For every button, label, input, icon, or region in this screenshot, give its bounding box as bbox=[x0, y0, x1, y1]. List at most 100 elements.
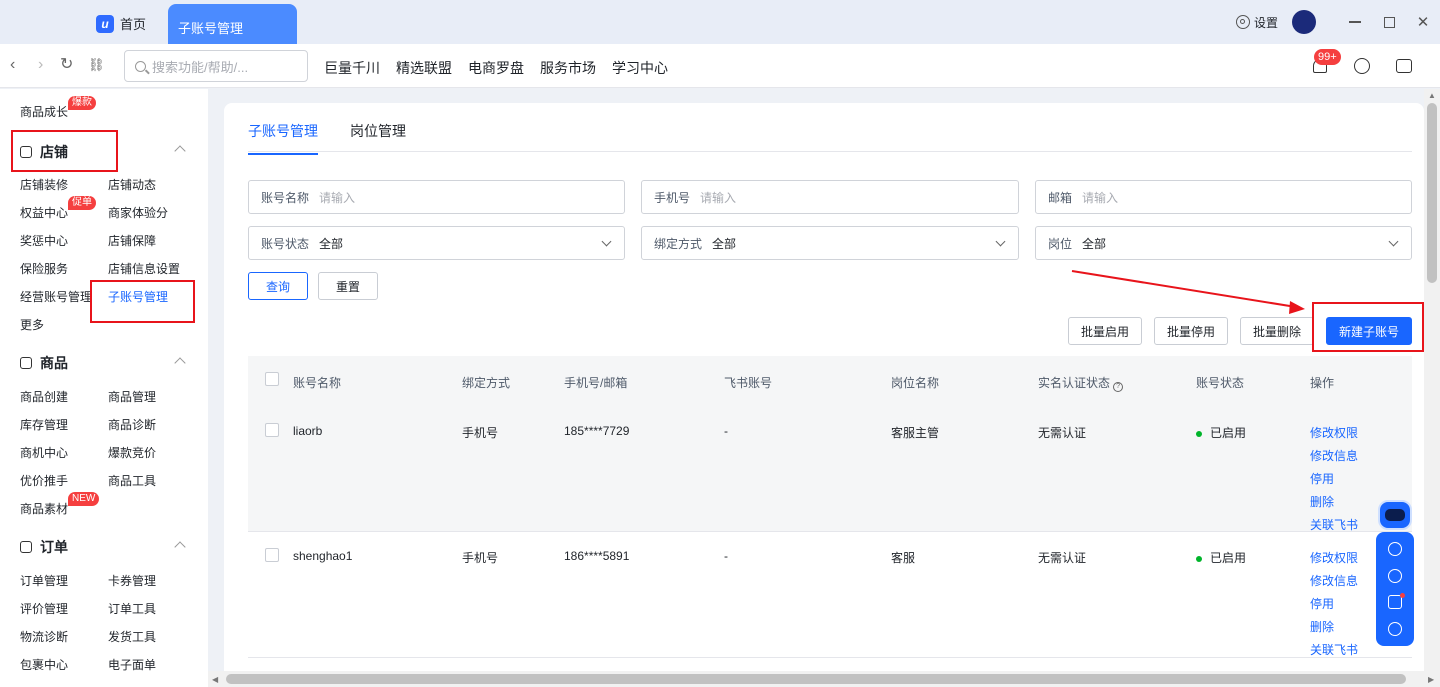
sidebar-item-product-manage[interactable]: 商品管理 bbox=[108, 388, 156, 405]
tab-home[interactable]: u 首页 bbox=[96, 14, 146, 33]
disable-link[interactable]: 停用 bbox=[1310, 595, 1358, 612]
sidebar-item-shop-dynamics[interactable]: 店铺动态 bbox=[108, 176, 156, 193]
horizontal-scrollbar[interactable]: ◀ ▶ bbox=[208, 671, 1440, 687]
search-input[interactable]: 搜索功能/帮助/... bbox=[124, 50, 308, 82]
chevron-up-icon[interactable] bbox=[174, 357, 186, 369]
row-checkbox[interactable] bbox=[265, 423, 279, 437]
scroll-right-icon[interactable]: ▶ bbox=[1428, 675, 1434, 684]
nav-link-market[interactable]: 服务市场 bbox=[540, 58, 596, 78]
tab-position-manage[interactable]: 岗位管理 bbox=[350, 121, 406, 155]
reset-button[interactable]: 重置 bbox=[318, 272, 378, 300]
delete-link[interactable]: 删除 bbox=[1310, 493, 1358, 510]
sidebar-group-product[interactable]: 商品 bbox=[20, 353, 68, 373]
nav-link-learning[interactable]: 学习中心 bbox=[612, 58, 668, 78]
sidebar-item-business-account[interactable]: 经营账号管理 bbox=[20, 288, 92, 305]
sidebar-item-more[interactable]: 更多 bbox=[20, 316, 44, 333]
table-row: liaorb 手机号 185****7729 - 客服主管 无需认证 已启用 修… bbox=[248, 406, 1412, 532]
sidebar-item-order-manage[interactable]: 订单管理 bbox=[20, 572, 68, 589]
edit-info-link[interactable]: 修改信息 bbox=[1310, 447, 1358, 464]
forward-arrow-icon[interactable]: › bbox=[38, 57, 43, 73]
link-feishu-link[interactable]: 关联飞书 bbox=[1310, 516, 1358, 533]
status-label: 已启用 bbox=[1210, 426, 1247, 440]
edit-info-link[interactable]: 修改信息 bbox=[1310, 572, 1358, 589]
sidebar-item-reviews[interactable]: 评价管理 bbox=[20, 600, 68, 617]
settings-button[interactable]: 设置 bbox=[1235, 14, 1278, 31]
nav-link-qianchuan[interactable]: 巨量千川 bbox=[324, 58, 380, 78]
sidebar-item-rewards[interactable]: 奖惩中心 bbox=[20, 232, 68, 249]
vertical-scroll-thumb[interactable] bbox=[1427, 103, 1437, 283]
avatar[interactable] bbox=[1292, 10, 1316, 34]
horizontal-scroll-thumb[interactable] bbox=[226, 674, 1406, 684]
tab-sub-account[interactable]: 子账号管理 bbox=[168, 4, 297, 45]
row-checkbox[interactable] bbox=[265, 548, 279, 562]
sidebar-item-product-assets[interactable]: 商品素材 bbox=[20, 500, 68, 517]
refresh-icon[interactable]: ↻ bbox=[60, 57, 73, 73]
robot-icon[interactable] bbox=[1378, 500, 1412, 530]
sidebar-item-parcel-center[interactable]: 包裹中心 bbox=[20, 656, 68, 673]
bind-method-select[interactable]: 绑定方式 全部 bbox=[641, 226, 1019, 260]
headset-icon[interactable] bbox=[1388, 568, 1402, 583]
sidebar-item-experience-score[interactable]: 商家体验分 bbox=[108, 204, 168, 221]
position-select[interactable]: 岗位 全部 bbox=[1035, 226, 1412, 260]
sidebar-item-logistics[interactable]: 物流诊断 bbox=[20, 628, 68, 645]
sidebar-item-product-diagnosis[interactable]: 商品诊断 bbox=[108, 416, 156, 433]
nav-link-alliance[interactable]: 精选联盟 bbox=[396, 58, 452, 78]
back-arrow-icon[interactable]: ‹ bbox=[10, 57, 15, 73]
maximize-button[interactable] bbox=[1372, 10, 1406, 34]
edit-permission-link[interactable]: 修改权限 bbox=[1310, 424, 1358, 441]
vertical-scrollbar[interactable]: ▲ bbox=[1424, 89, 1440, 673]
sidebar-item-shop-decoration[interactable]: 店铺装修 bbox=[20, 176, 68, 193]
help-button[interactable] bbox=[1352, 56, 1372, 76]
batch-disable-button[interactable]: 批量停用 bbox=[1154, 317, 1228, 345]
link-icon[interactable]: ⛓ bbox=[88, 57, 105, 73]
sidebar-item-benefits[interactable]: 权益中心 bbox=[20, 204, 68, 221]
question-icon[interactable] bbox=[1388, 542, 1402, 557]
sidebar-item-opportunity[interactable]: 商机中心 bbox=[20, 444, 68, 461]
chevron-up-icon[interactable] bbox=[174, 145, 186, 157]
sidebar-item-shop-guarantee[interactable]: 店铺保障 bbox=[108, 232, 156, 249]
message-icon[interactable] bbox=[1388, 593, 1405, 610]
account-status-select[interactable]: 账号状态 全部 bbox=[248, 226, 625, 260]
phone-input[interactable]: 手机号 请输入 bbox=[641, 180, 1019, 214]
email-input[interactable]: 邮箱 请输入 bbox=[1035, 180, 1412, 214]
edit-permission-link[interactable]: 修改权限 bbox=[1310, 549, 1358, 566]
sidebar-item-e-waybill[interactable]: 电子面单 bbox=[108, 656, 156, 673]
sidebar-item-stock[interactable]: 库存管理 bbox=[20, 416, 68, 433]
app-box-button[interactable] bbox=[1394, 56, 1414, 76]
minimize-button[interactable] bbox=[1338, 10, 1372, 34]
query-button[interactable]: 查询 bbox=[248, 272, 308, 300]
sidebar-group-order[interactable]: 订单 bbox=[20, 537, 68, 557]
chevron-up-icon[interactable] bbox=[174, 541, 186, 553]
sidebar-item-product-create[interactable]: 商品创建 bbox=[20, 388, 68, 405]
settings-label: 设置 bbox=[1253, 15, 1278, 30]
sidebar-item-coupon-manage[interactable]: 卡券管理 bbox=[108, 572, 156, 589]
info-icon[interactable]: ? bbox=[1113, 382, 1124, 392]
sidebar-item-shop-info[interactable]: 店铺信息设置 bbox=[108, 260, 180, 277]
sidebar-item-price-promoter[interactable]: 优价推手 bbox=[20, 472, 68, 489]
search-placeholder: 搜索功能/帮助/... bbox=[152, 59, 249, 75]
nav-link-compass[interactable]: 电商罗盘 bbox=[468, 58, 524, 78]
sidebar: 商品成长 爆款 店铺 店铺装修 店铺动态 权益中心 促单 商家体验分 奖惩中心 … bbox=[0, 89, 208, 687]
tab-sub-account-manage[interactable]: 子账号管理 bbox=[248, 121, 318, 155]
sidebar-item-product-growth[interactable]: 商品成长 bbox=[20, 103, 68, 120]
batch-enable-button[interactable]: 批量启用 bbox=[1068, 317, 1142, 345]
cell-bind-method: 手机号 bbox=[462, 551, 499, 565]
cell-position: 客服主管 bbox=[891, 426, 940, 440]
sidebar-item-shipping-tools[interactable]: 发货工具 bbox=[108, 628, 156, 645]
title-bar: u 首页 子账号管理 设置 ✕ bbox=[0, 0, 1440, 45]
sidebar-item-product-tools[interactable]: 商品工具 bbox=[108, 472, 156, 489]
disable-link[interactable]: 停用 bbox=[1310, 470, 1358, 487]
sidebar-item-insurance[interactable]: 保险服务 bbox=[20, 260, 68, 277]
shield-icon[interactable] bbox=[1388, 621, 1402, 636]
sidebar-item-bidding[interactable]: 爆款竞价 bbox=[108, 444, 156, 461]
scroll-left-icon[interactable]: ◀ bbox=[212, 675, 218, 684]
batch-delete-button[interactable]: 批量删除 bbox=[1240, 317, 1314, 345]
account-name-input[interactable]: 账号名称 请输入 bbox=[248, 180, 625, 214]
select-all-checkbox[interactable] bbox=[265, 372, 279, 386]
link-feishu-link[interactable]: 关联飞书 bbox=[1310, 641, 1358, 658]
scroll-up-icon[interactable]: ▲ bbox=[1428, 91, 1436, 100]
annotation-box-new-account bbox=[1312, 302, 1424, 352]
sidebar-item-order-tools[interactable]: 订单工具 bbox=[108, 600, 156, 617]
close-button[interactable]: ✕ bbox=[1406, 10, 1440, 34]
delete-link[interactable]: 删除 bbox=[1310, 618, 1358, 635]
